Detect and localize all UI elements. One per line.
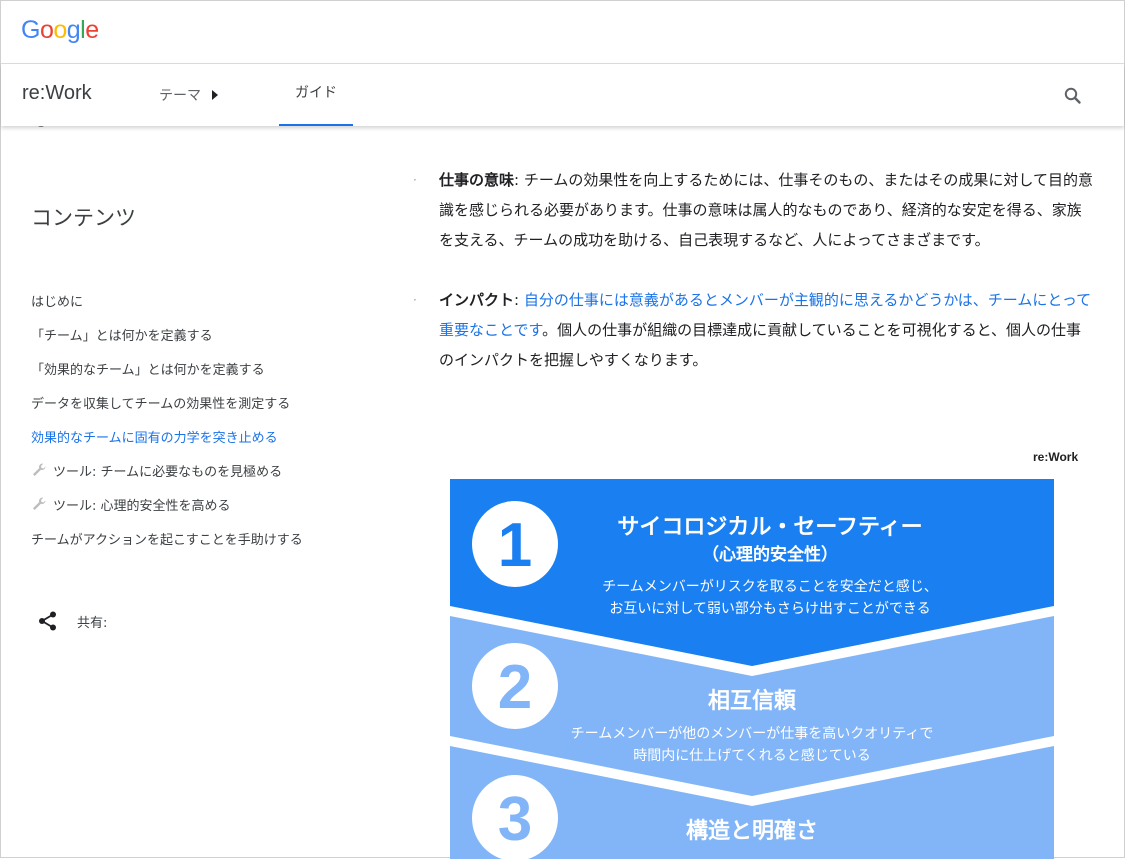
- bullet-separator: :: [514, 171, 524, 189]
- item-2-desc-line1: チームメンバーが他のメンバーが仕事を高いクオリティで: [571, 725, 934, 742]
- google-logo-letter: o: [53, 16, 67, 44]
- google-logo-letter: o: [39, 16, 54, 44]
- toc-item-label: チームがアクションを起こすことを手助けする: [31, 532, 303, 548]
- team-dynamics-infographic: 1 サイコロジカル・セーフティー （心理的安全性） チームメンバーがリスクを取る…: [450, 479, 1054, 859]
- site-nav: re:Work テーマ ガイド: [1, 64, 1124, 126]
- item-3-title: 構造と明確さ: [686, 818, 818, 844]
- share-label: 共有:: [77, 615, 108, 631]
- item-1-subtitle: （心理的安全性）: [702, 544, 838, 565]
- bullet-impact: · インパクト: 自分の仕事には意義があるとメンバーが主観的に思えるかどうかは、…: [413, 285, 1093, 375]
- google-logo-letter: e: [85, 16, 99, 44]
- search-button[interactable]: [1061, 84, 1085, 108]
- bullet-term: 仕事の意味: [439, 171, 515, 189]
- number-2: 2: [498, 653, 532, 722]
- bullet-text: チームの効果性を向上するためには、仕事そのもの、またはその成果に対して目的意識を…: [439, 171, 1093, 249]
- sidebar-title: コンテンツ: [31, 206, 136, 230]
- bullet-dot: ·: [413, 173, 417, 187]
- top-bar: Google: [1, 1, 1124, 64]
- caret-right-icon: [212, 90, 218, 100]
- toc-item[interactable]: 「効果的なチーム」とは何かを定義する: [31, 351, 303, 385]
- toc-item-tool[interactable]: ツール: 心理的安全性を高める: [31, 487, 303, 521]
- share-button[interactable]: 共有:: [37, 610, 107, 632]
- toc-item-active[interactable]: 効果的なチームに固有の力学を突き止める: [31, 419, 303, 453]
- brand-link[interactable]: re:Work: [22, 82, 92, 105]
- toc-item-tool[interactable]: ツール: チームに必要なものを見極める: [31, 453, 303, 487]
- item-2-desc-line2: 時間内に仕上げてくれると感じている: [633, 747, 871, 764]
- toc-item-label: データを収集してチームの効果性を測定する: [31, 396, 291, 412]
- item-1-desc-line2: お互いに対して弱い部分もさらけ出すことができる: [609, 601, 930, 617]
- item-1-title: サイコロジカル・セーフティー: [617, 515, 922, 540]
- item-1-desc-line1: チームメンバーがリスクを取ることを安全だと感じ、: [602, 578, 938, 595]
- toc-item[interactable]: 「チーム」とは何かを定義する: [31, 317, 303, 351]
- bullet-term: インパクト: [439, 291, 515, 309]
- table-of-contents: はじめに 「チーム」とは何かを定義する 「効果的なチーム」とは何かを定義する デ…: [31, 283, 303, 555]
- bullet-separator: :: [514, 291, 524, 309]
- number-1: 1: [498, 511, 532, 580]
- article-body: · 仕事の意味: チームの効果性を向上するためには、仕事そのもの、またはその成果…: [413, 165, 1093, 405]
- toc-item-label: ツール: チームに必要なものを見極める: [53, 464, 283, 480]
- share-icon: [39, 611, 56, 631]
- toc-item[interactable]: データを収集してチームの効果性を測定する: [31, 385, 303, 419]
- google-logo[interactable]: Google: [21, 16, 99, 45]
- toc-item-label: 効果的なチームに固有の力学を突き止める: [31, 430, 278, 446]
- bullet-dot: ·: [413, 293, 417, 307]
- search-icon: [1064, 87, 1081, 104]
- wrench-icon: [33, 463, 46, 476]
- google-logo-letter: g: [66, 16, 81, 44]
- toc-item-label: ツール: 心理的安全性を高める: [53, 498, 231, 514]
- infographic-credit: re:Work: [1033, 450, 1079, 464]
- nav-theme-menu[interactable]: テーマ: [159, 85, 219, 105]
- toc-item-label: はじめに: [31, 294, 84, 310]
- number-3: 3: [498, 785, 532, 854]
- toc-item[interactable]: はじめに: [31, 283, 303, 317]
- wrench-icon: [33, 497, 46, 510]
- toc-item-label: 「効果的なチーム」とは何かを定義する: [31, 362, 265, 378]
- nav-guide-tab[interactable]: ガイド: [279, 64, 353, 126]
- google-logo-letter: G: [21, 16, 40, 44]
- item-2-title: 相互信頼: [708, 688, 797, 714]
- toc-item-label: 「チーム」とは何かを定義する: [31, 328, 213, 344]
- bullet-meaning: · 仕事の意味: チームの効果性を向上するためには、仕事そのもの、またはその成果…: [413, 165, 1093, 255]
- nav-theme-label: テーマ: [159, 88, 201, 104]
- toc-item[interactable]: チームがアクションを起こすことを手助けする: [31, 521, 303, 555]
